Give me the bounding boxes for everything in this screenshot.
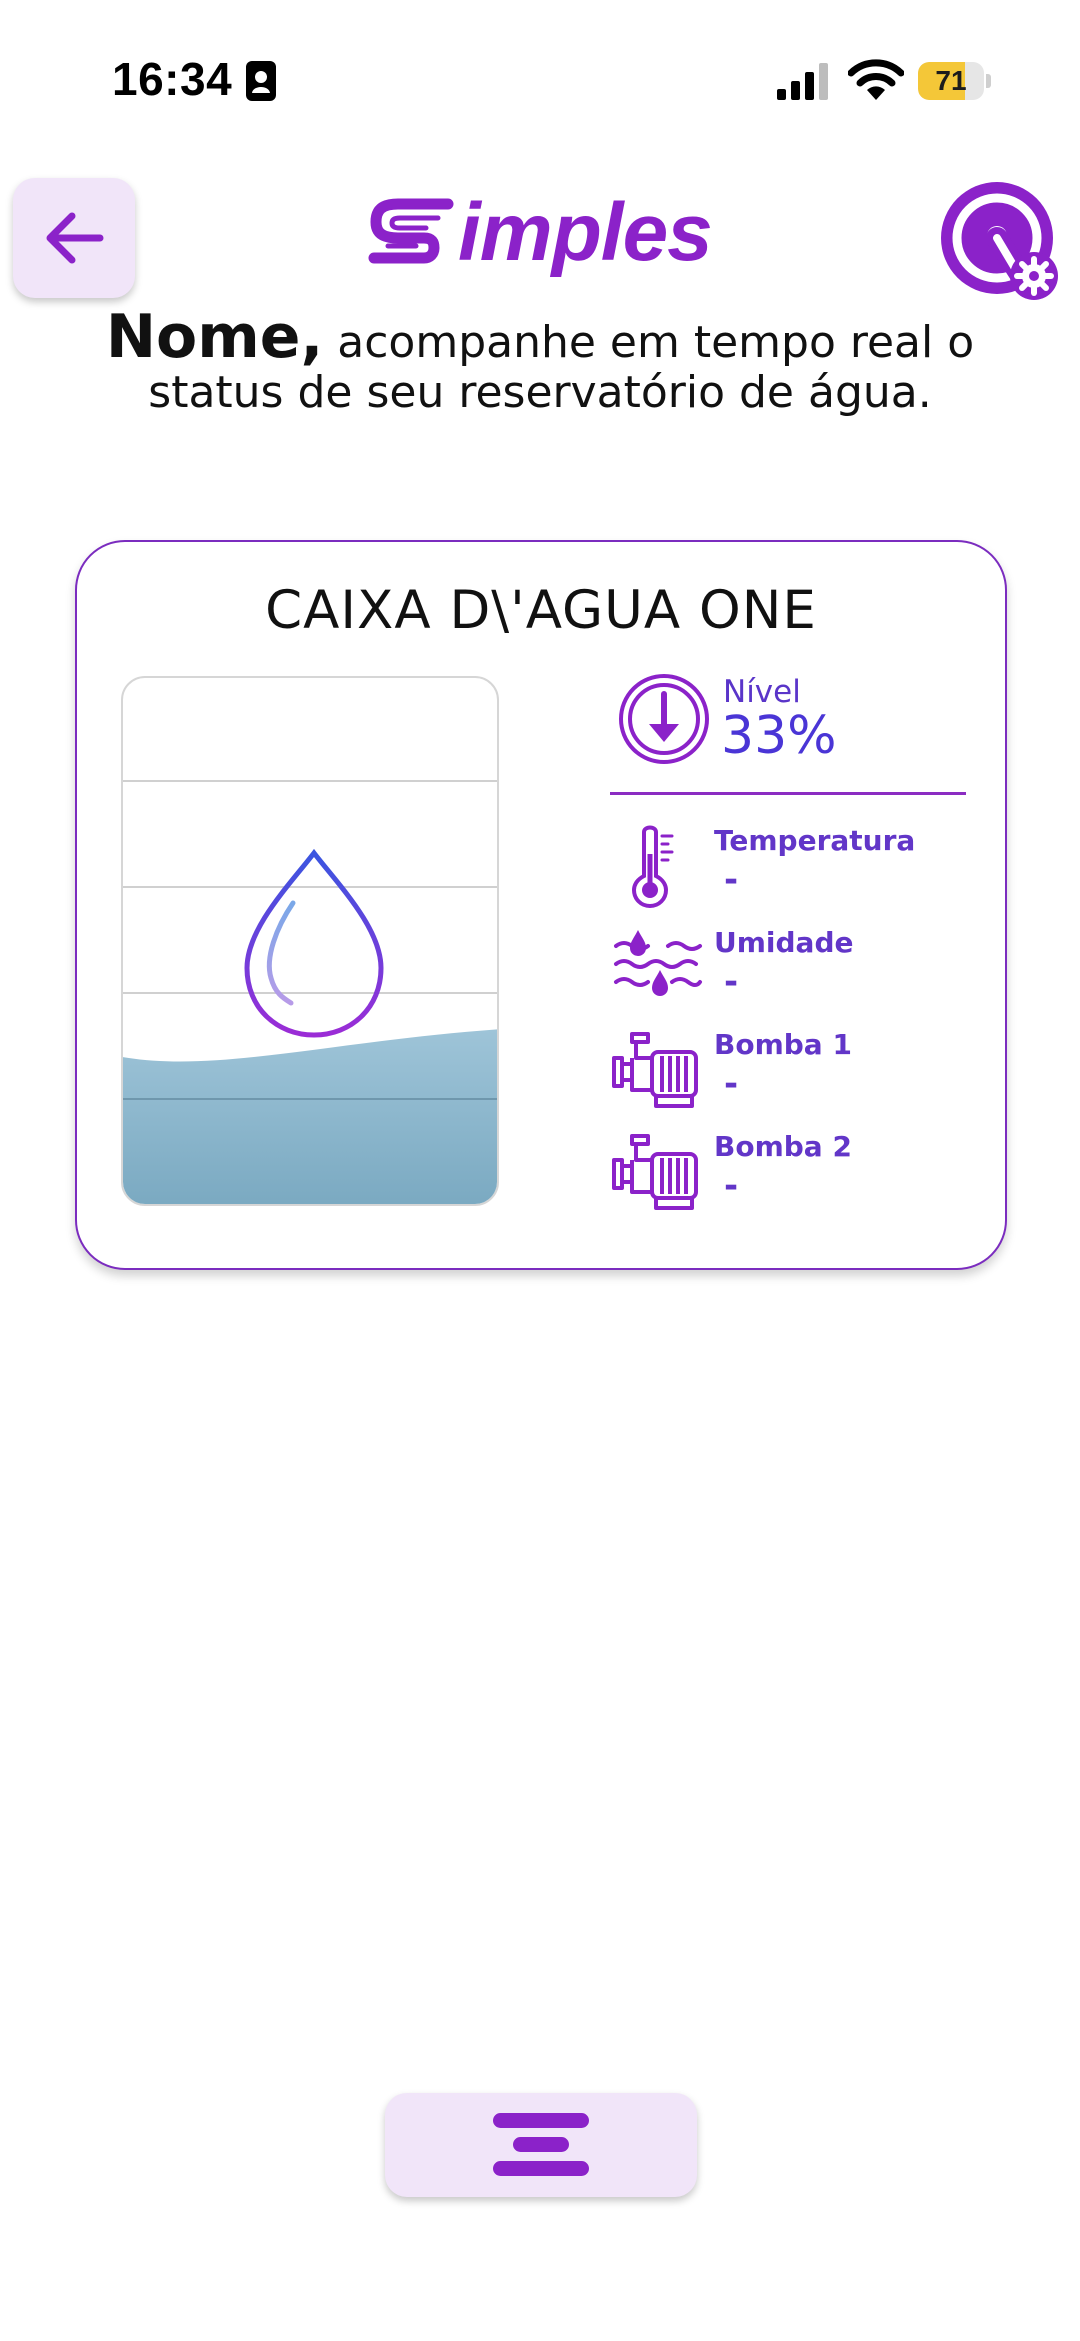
logo-s-mark bbox=[368, 198, 454, 264]
metric-nivel: Nível 33% bbox=[617, 672, 977, 772]
contact-card-icon bbox=[246, 61, 276, 101]
metric-umidade: Umidade - bbox=[612, 926, 972, 1014]
app-logo: imples bbox=[368, 187, 730, 280]
battery-tip bbox=[986, 74, 991, 88]
metric-bomba-2: Bomba 2 - bbox=[612, 1130, 972, 1218]
arrow-down-circle-icon bbox=[619, 674, 709, 764]
thermometer-icon bbox=[631, 825, 674, 908]
wifi-icon bbox=[848, 59, 904, 100]
menu-button[interactable] bbox=[385, 2093, 697, 2197]
greeting-text: Nome, acompanhe em tempo real o status d… bbox=[60, 307, 1020, 418]
bomba-2-value: - bbox=[724, 1166, 739, 1206]
battery-percent: 71 bbox=[935, 65, 967, 96]
nivel-value: 33% bbox=[721, 706, 837, 766]
reservoir-title: CAIXA D\'AGUA ONE bbox=[265, 580, 817, 641]
back-button[interactable] bbox=[13, 178, 135, 298]
menu-bar-bottom bbox=[493, 2161, 589, 2176]
metric-bomba-1: Bomba 1 - bbox=[612, 1028, 972, 1116]
tank-gridline bbox=[123, 780, 497, 782]
cellular-signal-icon bbox=[777, 63, 828, 100]
bomba-1-value: - bbox=[724, 1064, 739, 1104]
menu-bar-top bbox=[493, 2113, 589, 2128]
metric-temperatura: Temperatura - bbox=[612, 824, 972, 912]
umidade-value: - bbox=[724, 962, 739, 1002]
humidity-icon bbox=[614, 930, 702, 996]
nivel-label: Nível bbox=[723, 674, 801, 710]
reservoir-card[interactable]: CAIXA D\'AGUA ONE Nível 33% Temperatura … bbox=[75, 540, 1007, 1270]
water-tank-visual bbox=[121, 676, 499, 1206]
temperatura-label: Temperatura bbox=[714, 824, 916, 857]
settings-button[interactable] bbox=[932, 176, 1064, 306]
water-drop-icon bbox=[244, 848, 384, 1038]
temperatura-value: - bbox=[724, 860, 739, 900]
bomba-1-label: Bomba 1 bbox=[714, 1028, 852, 1061]
user-name: Nome, bbox=[105, 302, 324, 372]
logo-text: imples bbox=[458, 187, 713, 278]
pump-icon bbox=[612, 1032, 698, 1108]
bomba-2-label: Bomba 2 bbox=[714, 1130, 852, 1163]
brand-settings-icon bbox=[937, 178, 1058, 300]
status-time: 16:34 bbox=[112, 53, 233, 105]
gear-icon bbox=[1014, 256, 1054, 296]
menu-bar-middle bbox=[513, 2137, 569, 2152]
status-bar: 16:34 71 bbox=[0, 0, 1080, 150]
pump-icon bbox=[612, 1134, 698, 1210]
battery-indicator: 71 bbox=[918, 62, 991, 100]
umidade-label: Umidade bbox=[714, 926, 854, 959]
metrics-divider bbox=[610, 792, 966, 795]
battery-body: 71 bbox=[918, 62, 984, 100]
arrow-left-icon bbox=[46, 212, 104, 264]
tank-gridline bbox=[123, 1098, 497, 1100]
